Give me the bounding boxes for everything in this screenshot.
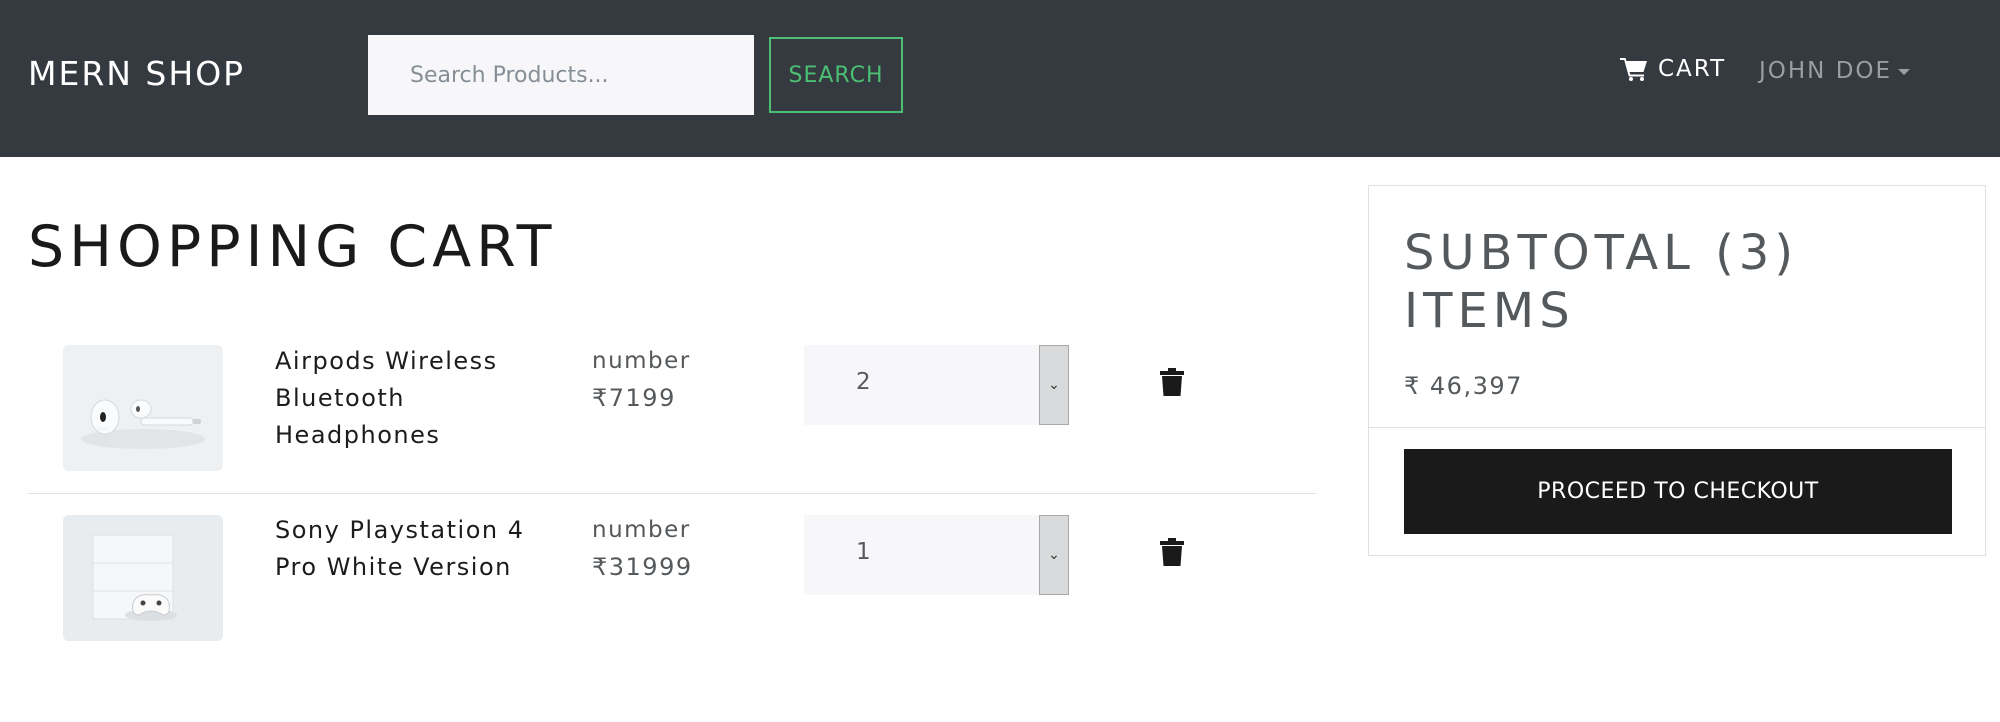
order-summary-card: SUBTOTAL (3) ITEMS ₹ 46,397 PROCEED TO C… — [1368, 185, 1986, 556]
subtotal-heading: SUBTOTAL (3) ITEMS — [1404, 225, 1799, 339]
product-name-link[interactable]: Sony Playstation 4 Pro White Version — [275, 512, 535, 586]
trash-icon — [1160, 538, 1184, 566]
product-image-airpods[interactable] — [63, 345, 223, 471]
quantity-select[interactable]: 1 ⌄ — [804, 515, 1069, 595]
product-image-playstation[interactable] — [63, 515, 223, 641]
page-title: SHOPPING CART — [28, 214, 557, 280]
quantity-value: 1 — [856, 539, 871, 565]
caret-down-icon — [1898, 69, 1911, 75]
price-label: number — [592, 348, 691, 374]
remove-item-button[interactable] — [1160, 538, 1190, 572]
cart-item-row: Sony Playstation 4 Pro White Version num… — [28, 500, 1316, 650]
chevron-down-icon[interactable]: ⌄ — [1039, 345, 1069, 425]
cart-link-label: CART — [1658, 56, 1727, 82]
cart-link[interactable]: CART — [1620, 56, 1726, 82]
search-input[interactable] — [368, 35, 754, 115]
navbar: MERN SHOP SEARCH CART JOHN DOE — [0, 0, 2000, 157]
playstation-photo — [63, 515, 223, 641]
product-name-link[interactable]: Airpods Wireless Bluetooth Headphones — [275, 343, 535, 454]
brand-logo[interactable]: MERN SHOP — [28, 50, 245, 98]
user-menu-label: JOHN DOE — [1759, 58, 1893, 84]
quantity-value: 2 — [856, 369, 871, 395]
product-price: ₹31999 — [592, 553, 693, 581]
airpods-photo — [63, 345, 223, 471]
divider — [1369, 427, 1985, 428]
product-price: ₹7199 — [592, 384, 676, 412]
price-label: number — [592, 517, 691, 543]
remove-item-button[interactable] — [1160, 368, 1190, 402]
subtotal-amount: ₹ 46,397 — [1404, 372, 1523, 400]
shopping-cart-icon — [1620, 58, 1647, 81]
chevron-down-icon[interactable]: ⌄ — [1039, 515, 1069, 595]
user-menu-toggle[interactable]: JOHN DOE — [1759, 58, 1911, 84]
quantity-select[interactable]: 2 ⌄ — [804, 345, 1069, 425]
search-button[interactable]: SEARCH — [769, 37, 903, 113]
trash-icon — [1160, 368, 1184, 396]
checkout-button[interactable]: PROCEED TO CHECKOUT — [1404, 449, 1952, 534]
cart-item-row: Airpods Wireless Bluetooth Headphones nu… — [28, 330, 1316, 494]
